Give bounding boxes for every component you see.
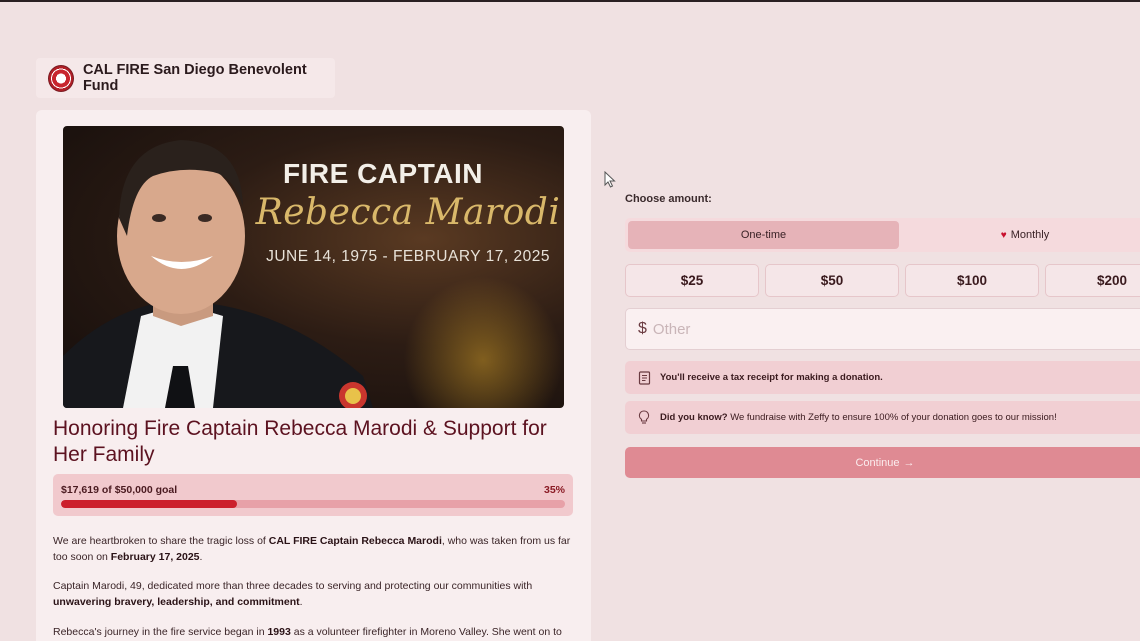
tax-receipt-text: You'll receive a tax receipt for making …	[660, 372, 883, 383]
org-name: CAL FIRE San Diego Benevolent Fund	[82, 62, 307, 94]
tax-receipt-note: You'll receive a tax receipt for making …	[625, 361, 1140, 394]
hero-image: FIRE CAPTAIN Rebecca Marodi JUNE 14, 197…	[63, 126, 564, 408]
monthly-label: Monthly	[1010, 229, 1050, 241]
story-emphasis: 1993	[267, 626, 291, 638]
receipt-icon	[637, 370, 651, 385]
progress-track	[61, 500, 565, 508]
story-emphasis: February 17, 2025	[110, 550, 200, 563]
monthly-tab[interactable]: ♥ Monthly	[905, 221, 1140, 249]
continue-label: Continue	[855, 456, 900, 469]
arrow-right-icon: →	[903, 456, 915, 469]
story-paragraph-3: Rebecca's journey in the fire service be…	[53, 625, 577, 641]
mouse-cursor-icon	[604, 171, 616, 188]
frequency-toggle: One-time ♥ Monthly	[625, 218, 1140, 252]
hero-name: Rebecca Marodi	[255, 192, 561, 233]
one-time-label: One-time	[740, 229, 787, 241]
one-time-tab[interactable]: One-time	[628, 221, 899, 249]
story-text: We are heartbroken to share the tragic l…	[53, 535, 269, 547]
campaign-card: FIRE CAPTAIN Rebecca Marodi JUNE 14, 197…	[36, 110, 591, 641]
heart-icon: ♥	[1000, 229, 1007, 241]
amount-button-200[interactable]: $200	[1045, 264, 1140, 297]
story-text: as a volunteer firefighter in Moreno Val…	[290, 626, 562, 638]
continue-button[interactable]: Continue →	[625, 447, 1140, 478]
amount-button-25[interactable]: $25	[625, 264, 759, 297]
story-emphasis: unwavering bravery, leadership, and comm…	[53, 595, 300, 608]
lightbulb-icon	[637, 410, 651, 425]
progress-percent: 35%	[543, 484, 565, 496]
story-paragraph-1: We are heartbroken to share the tragic l…	[53, 534, 577, 565]
org-header[interactable]: CAL FIRE San Diego Benevolent Fund	[36, 58, 335, 98]
story-text: Captain Marodi, 49, dedicated more than …	[53, 580, 533, 592]
did-you-know-body: We fundraise with Zeffy to ensure 100% o…	[727, 412, 1057, 423]
did-you-know-text: Did you know? We fundraise with Zeffy to…	[660, 412, 1057, 423]
top-border	[0, 0, 1140, 2]
progress-fill	[61, 500, 238, 508]
progress-label: $17,619 of $50,000 goal	[61, 484, 178, 496]
story-emphasis: CAL FIRE Captain Rebecca Marodi	[268, 535, 442, 547]
did-you-know-lead: Did you know?	[660, 412, 728, 423]
amount-button-50[interactable]: $50	[765, 264, 899, 297]
choose-amount-label: Choose amount:	[625, 193, 712, 205]
hero-title: FIRE CAPTAIN	[283, 158, 483, 189]
org-logo-icon	[48, 64, 74, 92]
story-text: Rebecca's journey in the fire service be…	[53, 626, 268, 638]
story-text: .	[299, 595, 303, 608]
currency-symbol: $	[638, 320, 647, 337]
amount-button-100[interactable]: $100	[905, 264, 1039, 297]
story-text: .	[199, 550, 203, 563]
other-amount-field[interactable]: $	[625, 308, 1140, 350]
did-you-know-note: Did you know? We fundraise with Zeffy to…	[625, 401, 1140, 434]
progress-panel: $17,619 of $50,000 goal 35%	[53, 474, 573, 516]
other-amount-input[interactable]	[652, 320, 1053, 338]
campaign-title: Honoring Fire Captain Rebecca Marodi & S…	[53, 417, 547, 466]
hero-dates: JUNE 14, 1975 - FEBRUARY 17, 2025	[266, 248, 550, 265]
story-paragraph-2: Captain Marodi, 49, dedicated more than …	[53, 579, 577, 610]
